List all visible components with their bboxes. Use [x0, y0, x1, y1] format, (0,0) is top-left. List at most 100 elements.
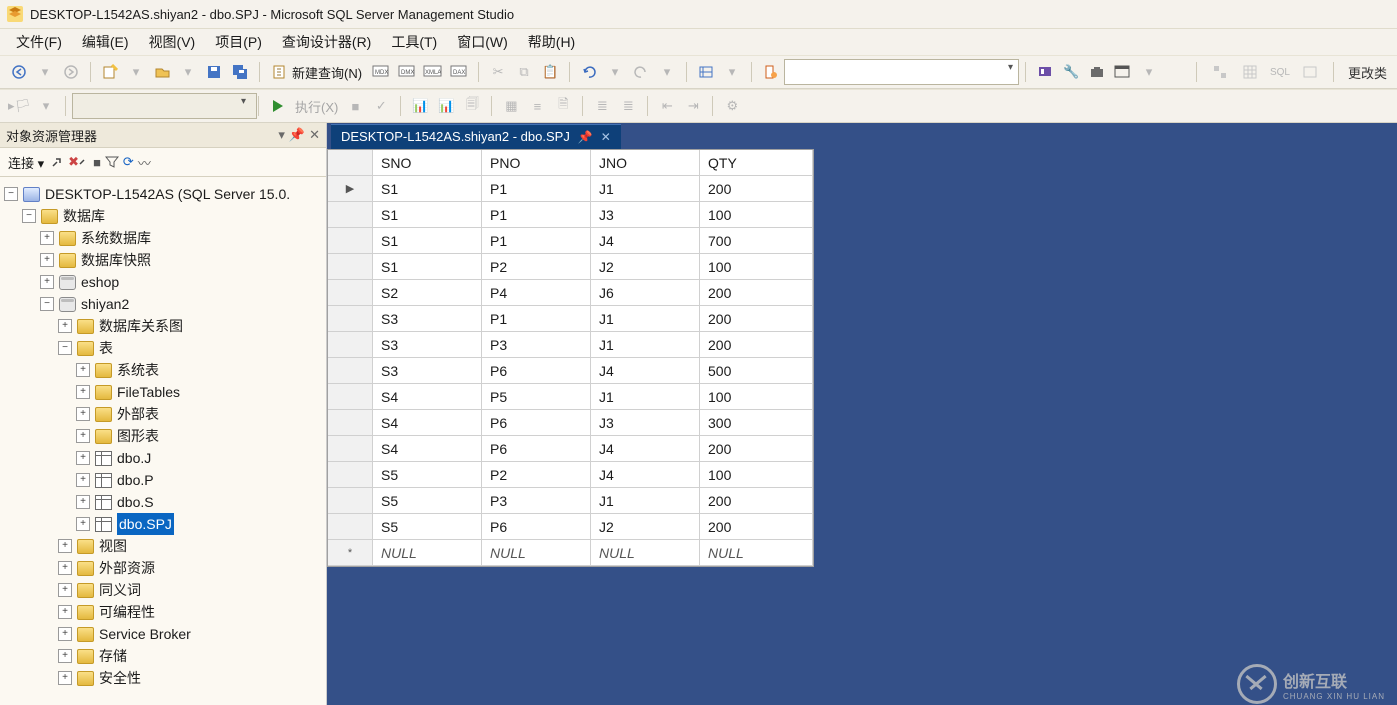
window-layout-dropdown[interactable]: ▾: [1138, 61, 1160, 83]
cell[interactable]: NULL: [591, 540, 700, 566]
toggle-icon[interactable]: [58, 319, 72, 333]
undo-dropdown[interactable]: ▾: [604, 61, 626, 83]
cell[interactable]: P6: [482, 436, 591, 462]
views-node[interactable]: 视图: [99, 535, 127, 557]
document-tab[interactable]: DESKTOP-L1542AS.shiyan2 - dbo.SPJ 📌 ✕: [331, 124, 621, 149]
new-project-dropdown[interactable]: ▾: [125, 61, 147, 83]
toggle-icon[interactable]: [58, 649, 72, 663]
new-row[interactable]: *NULLNULLNULLNULL: [328, 540, 813, 566]
dbo-j-node[interactable]: dbo.J: [117, 447, 151, 469]
toggle-icon[interactable]: [22, 209, 36, 223]
cell[interactable]: P1: [482, 202, 591, 228]
cell[interactable]: P2: [482, 254, 591, 280]
toggle-icon[interactable]: [40, 231, 54, 245]
cell[interactable]: P6: [482, 514, 591, 540]
graph-tables-node[interactable]: 图形表: [117, 425, 159, 447]
registered-servers-button[interactable]: [1034, 61, 1056, 83]
row-selector[interactable]: [328, 514, 373, 540]
cell[interactable]: 500: [700, 358, 813, 384]
row-selector[interactable]: [328, 436, 373, 462]
row-selector[interactable]: *: [328, 540, 373, 566]
service-broker-node[interactable]: Service Broker: [99, 623, 191, 645]
execute-button[interactable]: [267, 95, 289, 117]
db-diagram-node[interactable]: 数据库关系图: [99, 315, 183, 337]
toggle-icon[interactable]: [76, 473, 90, 487]
cell[interactable]: S1: [373, 228, 482, 254]
cell[interactable]: NULL: [373, 540, 482, 566]
cell[interactable]: J4: [591, 436, 700, 462]
toggle-icon[interactable]: [76, 429, 90, 443]
cell[interactable]: P6: [482, 358, 591, 384]
cell[interactable]: 200: [700, 332, 813, 358]
new-query-button[interactable]: 新建查询(N): [268, 61, 366, 83]
toggle-icon[interactable]: [40, 297, 54, 311]
menu-file[interactable]: 文件(F): [6, 30, 72, 54]
open-file-button[interactable]: [151, 61, 173, 83]
row-selector[interactable]: [328, 462, 373, 488]
toggle-icon[interactable]: [58, 605, 72, 619]
cell[interactable]: J6: [591, 280, 700, 306]
external-resources-node[interactable]: 外部资源: [99, 557, 155, 579]
table-row[interactable]: S1P1J4700: [328, 228, 813, 254]
cell[interactable]: 100: [700, 462, 813, 488]
table-row[interactable]: S3P1J1200: [328, 306, 813, 332]
cell[interactable]: S1: [373, 176, 482, 202]
connect-plug-icon[interactable]: [50, 155, 64, 169]
system-tables-node[interactable]: 系统表: [117, 359, 159, 381]
table-row[interactable]: S5P6J2200: [328, 514, 813, 540]
open-file-dropdown[interactable]: ▾: [177, 61, 199, 83]
server-node[interactable]: DESKTOP-L1542AS (SQL Server 15.0.: [45, 183, 290, 205]
cell[interactable]: 300: [700, 410, 813, 436]
external-tables-node[interactable]: 外部表: [117, 403, 159, 425]
tools-button[interactable]: 🔧: [1060, 61, 1082, 83]
menu-project[interactable]: 项目(P): [205, 30, 272, 54]
cell[interactable]: J4: [591, 462, 700, 488]
cell[interactable]: S4: [373, 384, 482, 410]
filetables-node[interactable]: FileTables: [117, 381, 180, 403]
cell[interactable]: 200: [700, 514, 813, 540]
cell[interactable]: S3: [373, 332, 482, 358]
table-row[interactable]: S1P1J3100: [328, 202, 813, 228]
security-node[interactable]: 安全性: [99, 667, 141, 689]
tables-node[interactable]: 表: [99, 337, 113, 359]
window-layout-button[interactable]: [1112, 61, 1134, 83]
dax-query-button[interactable]: DAX: [448, 61, 470, 83]
cell[interactable]: S1: [373, 254, 482, 280]
table-row[interactable]: S2P4J6200: [328, 280, 813, 306]
dbo-p-node[interactable]: dbo.P: [117, 469, 154, 491]
table-row[interactable]: S4P5J1100: [328, 384, 813, 410]
cell[interactable]: P1: [482, 228, 591, 254]
cell[interactable]: P2: [482, 462, 591, 488]
cell[interactable]: P1: [482, 176, 591, 202]
programmability-node[interactable]: 可编程性: [99, 601, 155, 623]
cell[interactable]: 200: [700, 306, 813, 332]
row-selector[interactable]: [328, 410, 373, 436]
col-sno[interactable]: SNO: [373, 150, 482, 176]
cell[interactable]: P6: [482, 410, 591, 436]
solution-button[interactable]: [695, 61, 717, 83]
cell[interactable]: 200: [700, 176, 813, 202]
cell[interactable]: J2: [591, 514, 700, 540]
connect-label[interactable]: 连接 ▾: [8, 153, 44, 172]
cell[interactable]: J2: [591, 254, 700, 280]
col-pno[interactable]: PNO: [482, 150, 591, 176]
table-row[interactable]: S1P2J2100: [328, 254, 813, 280]
data-grid[interactable]: SNO PNO JNO QTY ▶S1P1J1200S1P1J3100S1P1J…: [327, 149, 814, 567]
toolbox-button[interactable]: [1086, 61, 1108, 83]
change-type-button[interactable]: 更改类: [1348, 63, 1387, 82]
table-row[interactable]: S3P3J1200: [328, 332, 813, 358]
cell[interactable]: J3: [591, 410, 700, 436]
databases-node[interactable]: 数据库: [63, 205, 105, 227]
undo-button[interactable]: [578, 61, 600, 83]
cell[interactable]: S1: [373, 202, 482, 228]
row-selector[interactable]: [328, 254, 373, 280]
cell[interactable]: J1: [591, 306, 700, 332]
database-select[interactable]: [784, 59, 1019, 85]
cell[interactable]: 100: [700, 202, 813, 228]
filter-icon[interactable]: [105, 155, 119, 169]
toggle-icon[interactable]: [40, 253, 54, 267]
row-selector[interactable]: [328, 358, 373, 384]
col-jno[interactable]: JNO: [591, 150, 700, 176]
toggle-icon[interactable]: [76, 495, 90, 509]
toggle-icon[interactable]: [58, 671, 72, 685]
